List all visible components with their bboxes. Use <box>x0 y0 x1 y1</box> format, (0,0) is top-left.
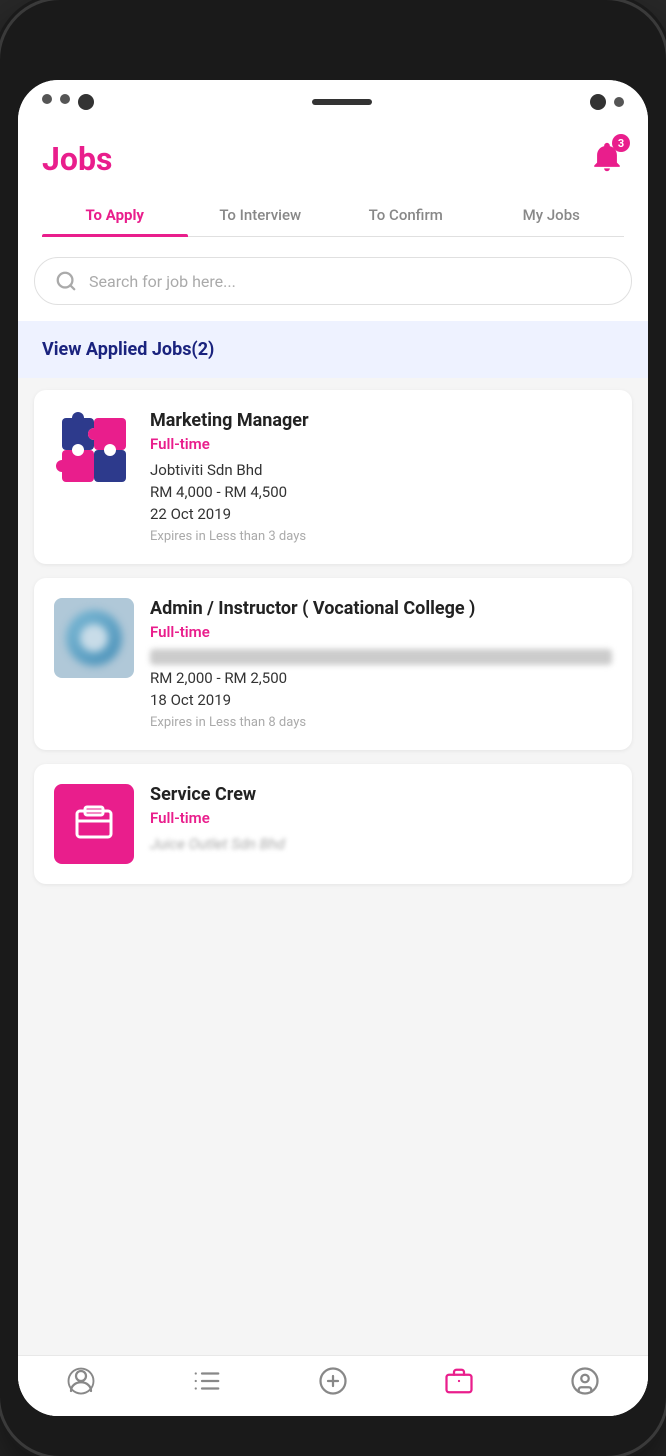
job-company-2-blurred: Bright Star Private Education <box>150 649 612 665</box>
job-card-3[interactable]: Service Crew Full-time Juice Outlet Sdn … <box>34 764 632 884</box>
applied-banner-text: View Applied Jobs(2) <box>42 339 214 360</box>
job-info-3: Service Crew Full-time Juice Outlet Sdn … <box>150 784 612 857</box>
page-title: Jobs <box>42 140 112 178</box>
search-icon <box>55 270 77 292</box>
job-info-1: Marketing Manager Full-time Jobtiviti Sd… <box>150 410 612 544</box>
tabs-container: To Apply To Interview To Confirm My Jobs <box>42 194 624 237</box>
job-title-1: Marketing Manager <box>150 410 612 431</box>
bottom-nav <box>18 1355 648 1416</box>
dot-1 <box>42 94 52 104</box>
company-logo-1 <box>54 410 134 490</box>
status-bar <box>18 80 648 124</box>
job-type-1: Full-time <box>150 435 612 453</box>
notification-button[interactable]: 3 <box>590 140 624 178</box>
notification-badge: 3 <box>612 134 630 152</box>
blurred-logo <box>59 603 129 673</box>
job-date-2: 18 Oct 2019 <box>150 691 612 709</box>
app-header: Jobs 3 To Apply To Interview <box>18 124 648 237</box>
service-logo-icon <box>71 801 117 847</box>
applied-banner[interactable]: View Applied Jobs(2) <box>18 321 648 378</box>
tab-my-jobs[interactable]: My Jobs <box>479 194 625 236</box>
briefcase-icon <box>444 1366 474 1396</box>
nav-jobs[interactable] <box>444 1366 474 1396</box>
job-title-2: Admin / Instructor ( Vocational College … <box>150 598 612 619</box>
job-title-3: Service Crew <box>150 784 612 805</box>
search-bar[interactable]: Search for job here... <box>34 257 632 305</box>
job-card-1[interactable]: Marketing Manager Full-time Jobtiviti Sd… <box>34 390 632 564</box>
job-company-1: Jobtiviti Sdn Bhd <box>150 461 612 479</box>
job-type-3: Full-time <box>150 809 612 827</box>
nav-list[interactable] <box>192 1366 222 1396</box>
person-icon <box>66 1366 96 1396</box>
dot-2 <box>60 94 70 104</box>
app-content: Jobs 3 To Apply To Interview <box>18 124 648 1416</box>
job-expires-1: Expires in Less than 3 days <box>150 529 612 544</box>
job-company-3: Juice Outlet Sdn Bhd <box>150 835 612 853</box>
job-salary-2: RM 2,000 - RM 2,500 <box>150 669 612 687</box>
company-logo-3 <box>54 784 134 864</box>
jobtiviti-logo <box>54 410 134 490</box>
plus-icon <box>318 1366 348 1396</box>
nav-profile[interactable] <box>66 1366 96 1396</box>
tab-to-interview[interactable]: To Interview <box>188 194 334 236</box>
job-expires-2: Expires in Less than 8 days <box>150 715 612 730</box>
camera-dot <box>78 94 94 110</box>
jobs-list: Marketing Manager Full-time Jobtiviti Sd… <box>18 378 648 1355</box>
list-icon <box>192 1366 222 1396</box>
job-salary-1: RM 4,000 - RM 4,500 <box>150 483 612 501</box>
company-logo-2 <box>54 598 134 678</box>
nav-account[interactable] <box>570 1366 600 1396</box>
job-info-2: Admin / Instructor ( Vocational College … <box>150 598 612 730</box>
speaker-dot <box>614 97 624 107</box>
search-section: Search for job here... <box>18 237 648 321</box>
nav-add[interactable] <box>318 1366 348 1396</box>
job-card-2[interactable]: Admin / Instructor ( Vocational College … <box>34 578 632 750</box>
tab-to-apply[interactable]: To Apply <box>42 194 188 236</box>
job-type-2: Full-time <box>150 623 612 641</box>
notch-line <box>312 99 372 105</box>
tab-to-confirm[interactable]: To Confirm <box>333 194 479 236</box>
search-placeholder: Search for job here... <box>89 272 236 291</box>
job-date-1: 22 Oct 2019 <box>150 505 612 523</box>
user-circle-icon <box>570 1366 600 1396</box>
front-camera <box>590 94 606 110</box>
